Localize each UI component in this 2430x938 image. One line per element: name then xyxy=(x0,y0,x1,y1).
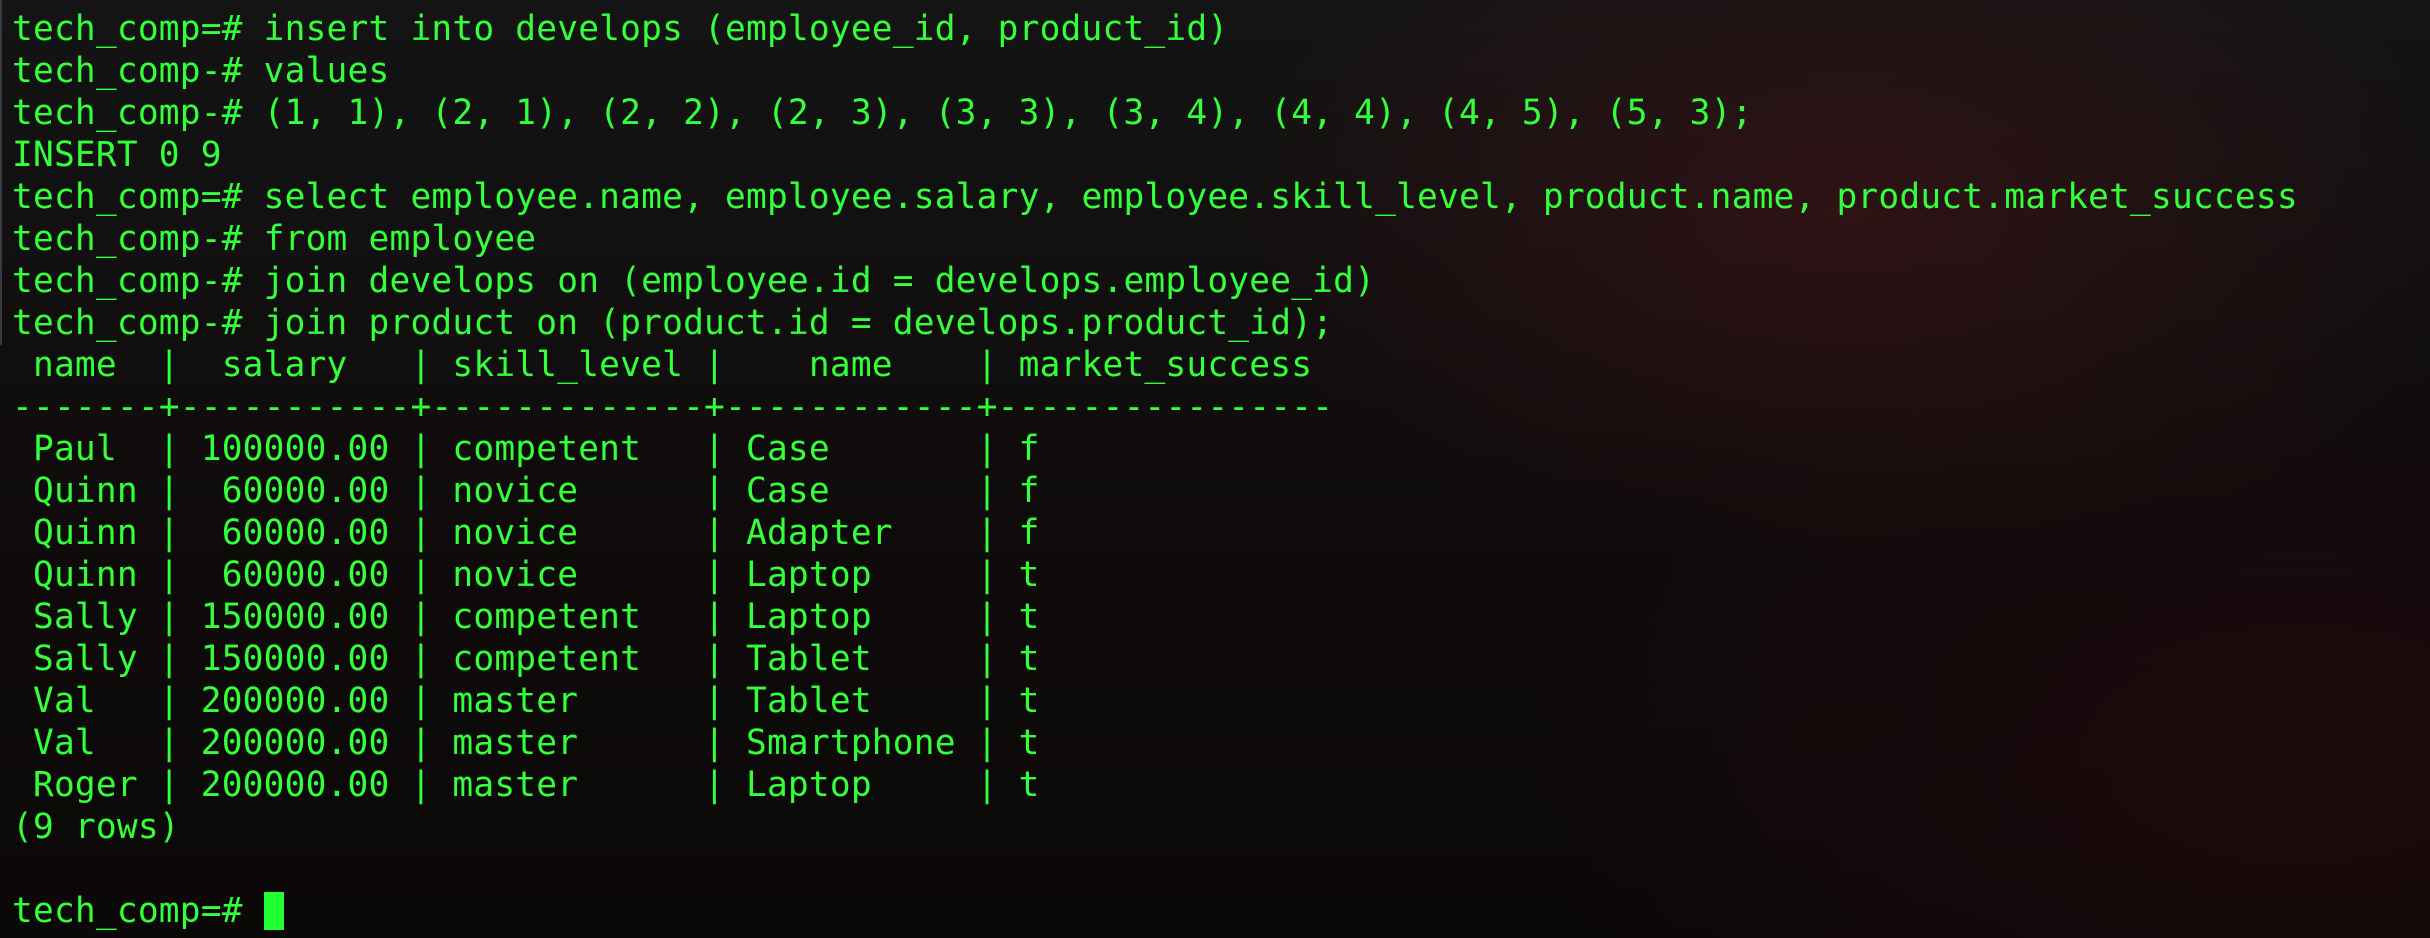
row-count: (9 rows) xyxy=(12,807,180,847)
command-line-values: tech_comp-# values xyxy=(12,51,390,91)
prompt-text: tech_comp=# xyxy=(12,891,243,931)
table-row: Quinn | 60000.00 | novice | Case | f xyxy=(12,471,1040,511)
command-line-from: tech_comp-# from employee xyxy=(12,219,537,259)
insert-result: INSERT 0 9 xyxy=(12,135,222,175)
command-line-tuples: tech_comp-# (1, 1), (2, 1), (2, 2), (2, … xyxy=(12,93,1753,133)
table-row: Paul | 100000.00 | competent | Case | f xyxy=(12,429,1040,469)
text-cursor[interactable] xyxy=(263,892,284,930)
table-row: Quinn | 60000.00 | novice | Adapter | f xyxy=(12,513,1040,553)
table-row: Quinn | 60000.00 | novice | Laptop | t xyxy=(12,555,1040,595)
command-line-join-develops: tech_comp-# join develops on (employee.i… xyxy=(12,261,1376,301)
command-line-insert: tech_comp=# insert into develops (employ… xyxy=(12,9,1229,49)
table-row: Val | 200000.00 | master | Smartphone | … xyxy=(12,723,1040,763)
table-row: Val | 200000.00 | master | Tablet | t xyxy=(12,681,1040,721)
table-row: Sally | 150000.00 | competent | Tablet |… xyxy=(12,639,1040,679)
terminal-window[interactable]: tech_comp=# insert into develops (employ… xyxy=(0,0,2430,938)
window-edge xyxy=(0,0,2,345)
command-line-join-product: tech_comp-# join product on (product.id … xyxy=(12,303,1334,343)
active-prompt-line[interactable]: tech_comp=# xyxy=(12,890,2430,932)
table-row: Sally | 150000.00 | competent | Laptop |… xyxy=(12,597,1040,637)
table-row: Roger | 200000.00 | master | Laptop | t xyxy=(12,765,1040,805)
command-line-select: tech_comp=# select employee.name, employ… xyxy=(12,177,2298,217)
result-table-separator: -------+-----------+-------------+------… xyxy=(12,387,1334,427)
result-table-header: name | salary | skill_level | name | mar… xyxy=(12,345,1313,385)
